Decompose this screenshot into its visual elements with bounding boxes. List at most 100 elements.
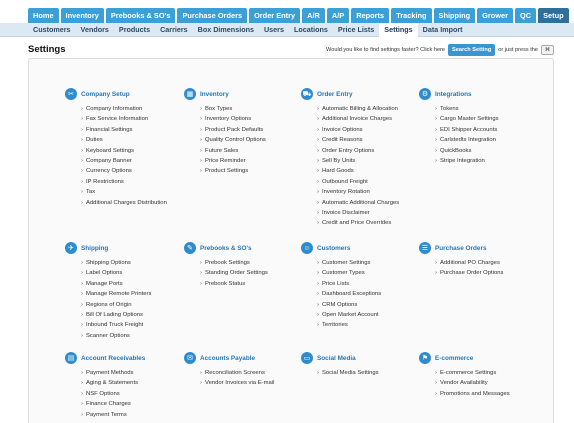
settings-link[interactable]: Manage Ports: [81, 279, 190, 289]
tab-grower[interactable]: Grower: [477, 8, 514, 23]
tab-tracking[interactable]: Tracking: [391, 8, 432, 23]
subtab-products[interactable]: Products: [114, 23, 155, 37]
subtab-vendors[interactable]: Vendors: [76, 23, 114, 37]
settings-link[interactable]: Inventory Rotation: [317, 187, 426, 197]
section-title[interactable]: Order Entry: [317, 91, 353, 98]
subtab-price-lists[interactable]: Price Lists: [333, 23, 379, 37]
settings-link[interactable]: Currency Options: [81, 166, 190, 176]
tab-home[interactable]: Home: [28, 8, 59, 23]
section-title[interactable]: Purchase Orders: [435, 245, 487, 252]
settings-link[interactable]: Prebook Status: [200, 279, 309, 289]
settings-link[interactable]: Finance Charges: [81, 399, 190, 409]
tab-a-r[interactable]: A/R: [302, 8, 325, 23]
settings-link[interactable]: Manage Remote Printers: [81, 289, 190, 299]
settings-link[interactable]: Payment Methods: [81, 368, 190, 378]
settings-link[interactable]: Regions of Origin: [81, 300, 190, 310]
settings-link[interactable]: Company Banner: [81, 156, 190, 166]
settings-link[interactable]: Credit Reasons: [317, 135, 426, 145]
section-title[interactable]: Prebooks & SO's: [200, 245, 252, 252]
subtab-data-import[interactable]: Data Import: [418, 23, 468, 37]
settings-link[interactable]: Automatic Billing & Allocation: [317, 104, 426, 114]
settings-link[interactable]: Customer Types: [317, 268, 426, 278]
settings-link[interactable]: Social Media Settings: [317, 368, 426, 378]
settings-link[interactable]: Dashboard Exceptions: [317, 289, 426, 299]
settings-link[interactable]: Cargo Master Settings: [435, 114, 544, 124]
settings-link[interactable]: Vendor Availability: [435, 378, 544, 388]
settings-link[interactable]: Standing Order Settings: [200, 268, 309, 278]
settings-link[interactable]: NSF Options: [81, 389, 190, 399]
settings-link[interactable]: Additional Charges Distribution: [81, 198, 190, 208]
settings-link[interactable]: Additional Invoice Charges: [317, 114, 426, 124]
section-title[interactable]: Accounts Payable: [200, 355, 255, 362]
tab-a-p[interactable]: A/P: [326, 8, 350, 23]
settings-link[interactable]: Stripe Integration: [435, 156, 544, 166]
tab-order-entry[interactable]: Order Entry: [249, 8, 301, 23]
settings-link[interactable]: Keyboard Settings: [81, 146, 190, 156]
section-title[interactable]: Inventory: [200, 91, 229, 98]
settings-link[interactable]: Outbound Freight: [317, 177, 426, 187]
settings-link[interactable]: Order Entry Options: [317, 146, 426, 156]
settings-link[interactable]: Inventory Options: [200, 114, 309, 124]
tab-shipping[interactable]: Shipping: [433, 8, 476, 23]
subtab-customers[interactable]: Customers: [28, 23, 76, 37]
search-setting-button[interactable]: Search Setting: [448, 44, 496, 56]
settings-link[interactable]: Aging & Statements: [81, 378, 190, 388]
tab-prebooks-so-s[interactable]: Prebooks & SO's: [105, 8, 176, 23]
settings-link[interactable]: Tax: [81, 187, 190, 197]
settings-link[interactable]: Duties: [81, 135, 190, 145]
settings-link[interactable]: Inbound Truck Freight: [81, 320, 190, 330]
section-title[interactable]: Account Receivables: [81, 355, 145, 362]
section-title[interactable]: Shipping: [81, 245, 108, 252]
settings-link[interactable]: Product Settings: [200, 166, 309, 176]
settings-link[interactable]: Customer Settings: [317, 258, 426, 268]
settings-link[interactable]: Open Market Account: [317, 310, 426, 320]
tab-setup[interactable]: Setup: [538, 8, 569, 23]
section-title[interactable]: E-commerce: [435, 355, 473, 362]
settings-link[interactable]: Payment Terms: [81, 410, 190, 420]
section-title[interactable]: Integrations: [435, 91, 472, 98]
settings-link[interactable]: Scanner Options: [81, 331, 190, 341]
section-title[interactable]: Company Setup: [81, 91, 130, 98]
settings-link[interactable]: Label Options: [81, 268, 190, 278]
settings-link[interactable]: E-commerce Settings: [435, 368, 544, 378]
settings-link[interactable]: Automatic Additional Charges: [317, 198, 426, 208]
tab-inventory[interactable]: Inventory: [60, 8, 104, 23]
settings-link[interactable]: Credit and Price Overrides: [317, 218, 426, 228]
settings-link[interactable]: Shipping Options: [81, 258, 190, 268]
settings-link[interactable]: Vendor Invoices via E-mail: [200, 378, 309, 388]
tab-reports[interactable]: Reports: [351, 8, 390, 23]
settings-link[interactable]: Prebook Settings: [200, 258, 309, 268]
settings-link[interactable]: EDI Shipper Accounts: [435, 125, 544, 135]
settings-link[interactable]: Company Information: [81, 104, 190, 114]
settings-link[interactable]: Bill Of Lading Options: [81, 310, 190, 320]
subtab-box-dimensions[interactable]: Box Dimensions: [193, 23, 259, 37]
tab-purchase-orders[interactable]: Purchase Orders: [177, 8, 248, 23]
settings-link[interactable]: Territories: [317, 320, 426, 330]
settings-link[interactable]: Reconciliation Screens: [200, 368, 309, 378]
settings-link[interactable]: Product Pack Defaults: [200, 125, 309, 135]
subtab-carriers[interactable]: Carriers: [155, 23, 193, 37]
settings-link[interactable]: IP Restrictions: [81, 177, 190, 187]
subtab-locations[interactable]: Locations: [289, 23, 333, 37]
tab-qc[interactable]: QC: [515, 8, 537, 23]
settings-link[interactable]: Quality Control Options: [200, 135, 309, 145]
settings-link[interactable]: Financial Settings: [81, 125, 190, 135]
subtab-settings[interactable]: Settings: [379, 22, 418, 37]
settings-link[interactable]: QuickBooks: [435, 146, 544, 156]
settings-link[interactable]: CRM Options: [317, 300, 426, 310]
settings-link[interactable]: Promotions and Messages: [435, 389, 544, 399]
settings-link[interactable]: Invoice Disclaimer: [317, 208, 426, 218]
settings-link[interactable]: Future Sales: [200, 146, 309, 156]
settings-link[interactable]: Fax Service Information: [81, 114, 190, 124]
section-title[interactable]: Social Media: [317, 355, 356, 362]
settings-link[interactable]: Additional PO Charges: [435, 258, 544, 268]
settings-link[interactable]: Tokens: [435, 104, 544, 114]
settings-link[interactable]: Box Types: [200, 104, 309, 114]
subtab-users[interactable]: Users: [259, 23, 289, 37]
settings-link[interactable]: Carlstedts Integration: [435, 135, 544, 145]
settings-link[interactable]: Price Lists: [317, 279, 426, 289]
section-title[interactable]: Customers: [317, 245, 350, 252]
settings-link[interactable]: Sell By Units: [317, 156, 426, 166]
settings-link[interactable]: Purchase Order Options: [435, 268, 544, 278]
settings-link[interactable]: Hard Goods: [317, 166, 426, 176]
